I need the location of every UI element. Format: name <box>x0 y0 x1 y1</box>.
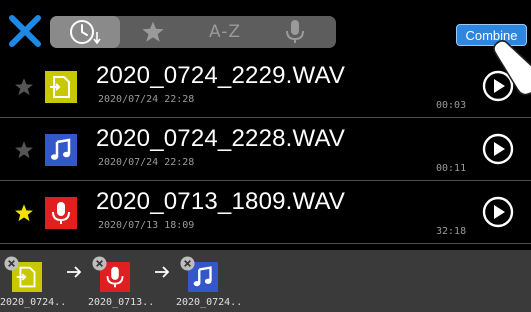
file-date: 2020/07/13 18:09 <box>98 220 195 231</box>
star-icon <box>142 21 164 42</box>
tab-sort-voice[interactable] <box>260 16 330 48</box>
import-file-icon <box>45 71 77 103</box>
remove-icon[interactable] <box>180 256 195 271</box>
file-name: 2020_0713_1809.WAV <box>96 188 346 215</box>
remove-icon[interactable] <box>92 256 107 271</box>
favorite-star-icon[interactable] <box>14 140 34 160</box>
queue-item[interactable]: 2020_0724.. <box>0 256 66 312</box>
file-row[interactable]: 2020_0713_1809.WAV 2020/07/13 18:09 32:1… <box>0 182 531 244</box>
file-duration: 00:11 <box>436 163 467 174</box>
file-date: 2020/07/24 22:28 <box>98 157 195 168</box>
play-icon[interactable] <box>482 70 514 102</box>
file-duration: 32:18 <box>436 226 467 237</box>
music-note-icon <box>45 134 77 166</box>
favorite-star-icon[interactable] <box>14 203 34 223</box>
queue-item-label: 2020_0724.. <box>176 297 243 308</box>
toolbar: A-Z Combine <box>0 0 531 56</box>
microphone-icon <box>45 197 77 229</box>
arrow-right-icon <box>67 266 82 278</box>
queue-item-label: 2020_0713.. <box>88 297 155 308</box>
tab-sort-favorite[interactable] <box>118 16 188 48</box>
file-date: 2020/07/24 22:28 <box>98 94 195 105</box>
microphone-icon <box>286 20 304 43</box>
remove-icon[interactable] <box>4 256 19 271</box>
tab-sort-alpha-label: A-Z <box>208 22 242 42</box>
arrow-right-icon <box>155 266 170 278</box>
file-duration: 00:03 <box>436 100 467 111</box>
clock-sort-icon <box>70 20 101 45</box>
combine-queue: 2020_0724.. 2020_0713.. 2020_0724.. <box>0 250 531 312</box>
tab-sort-date[interactable] <box>50 16 120 48</box>
queue-item[interactable]: 2020_0713.. <box>88 256 154 312</box>
play-icon[interactable] <box>482 196 514 228</box>
file-name: 2020_0724_2228.WAV <box>96 125 346 152</box>
queue-item-label: 2020_0724.. <box>0 297 67 308</box>
sort-tabs: A-Z <box>50 16 336 48</box>
close-icon[interactable] <box>8 14 42 48</box>
play-icon[interactable] <box>482 133 514 165</box>
queue-item[interactable]: 2020_0724.. <box>176 256 242 312</box>
combine-button[interactable]: Combine <box>456 24 527 46</box>
tab-sort-alpha[interactable]: A-Z <box>190 16 260 48</box>
file-row[interactable]: 2020_0724_2229.WAV 2020/07/24 22:28 00:0… <box>0 56 531 118</box>
file-name: 2020_0724_2229.WAV <box>96 62 346 89</box>
favorite-star-icon[interactable] <box>14 77 34 97</box>
file-row[interactable]: 2020_0724_2228.WAV 2020/07/24 22:28 00:1… <box>0 119 531 181</box>
